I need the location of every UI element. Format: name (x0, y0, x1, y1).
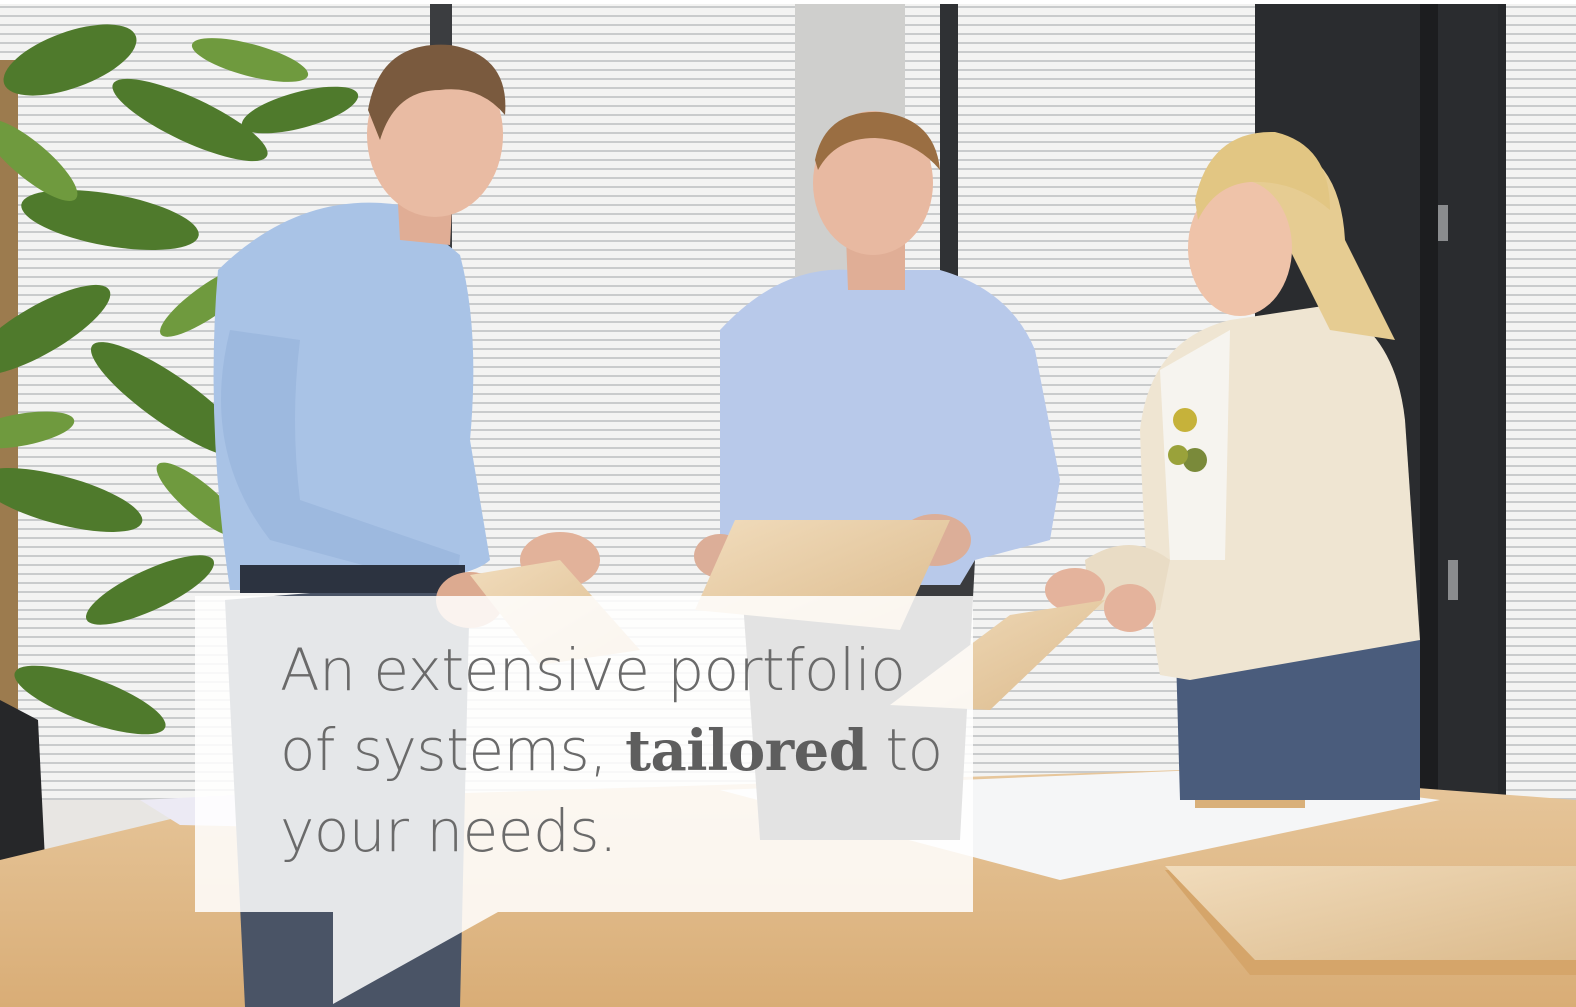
caption-emphasis: tailored (625, 718, 868, 784)
caption-line-3: your needs. (280, 797, 617, 865)
caption-line-2-start: of systems, (280, 716, 626, 784)
caption-line-1: An extensive portfolio (280, 636, 906, 704)
caption-headline: An extensive portfolio of systems, tailo… (280, 630, 960, 871)
caption-line-2-end: to (867, 716, 943, 784)
caption-pointer (333, 912, 498, 1004)
